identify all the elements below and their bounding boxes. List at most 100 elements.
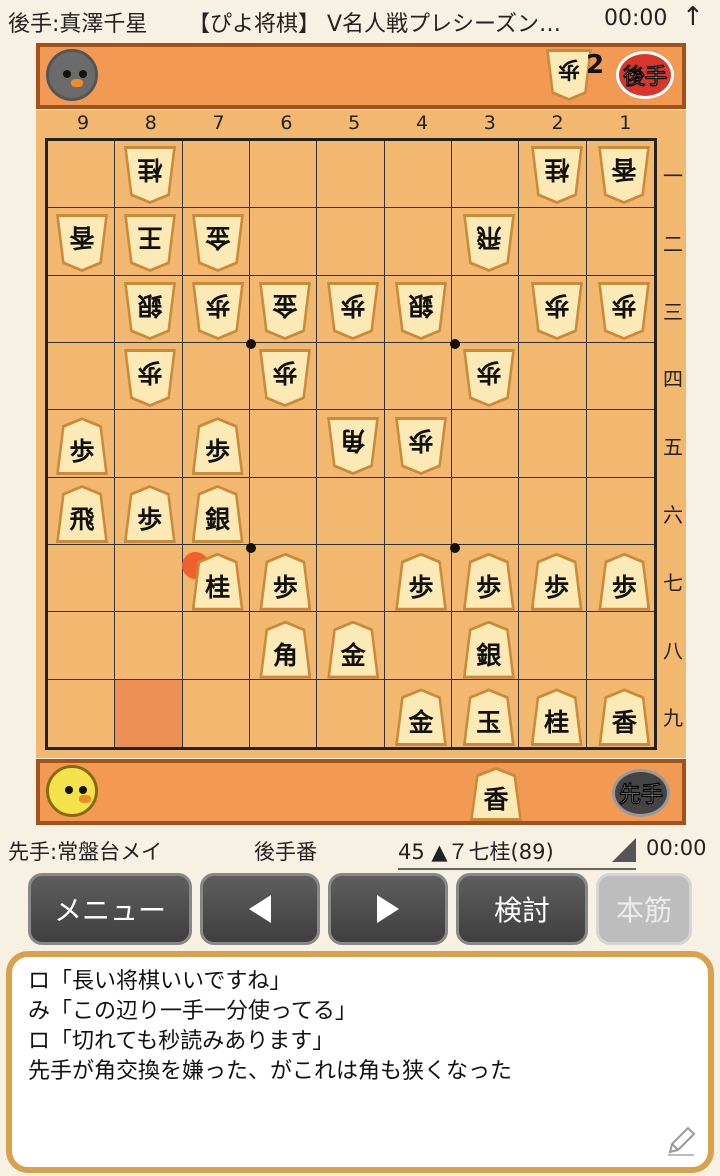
board-square[interactable]	[250, 477, 318, 545]
up-arrow-icon[interactable]: ↑	[682, 2, 704, 32]
board-square[interactable]	[317, 343, 385, 411]
dropdown-corner-icon[interactable]	[612, 838, 636, 862]
next-move-button[interactable]	[328, 873, 448, 945]
board-square[interactable]	[519, 410, 587, 478]
board-square[interactable]	[519, 343, 587, 411]
piece-label: 桂	[544, 155, 570, 184]
board-square[interactable]	[48, 679, 116, 747]
board-square[interactable]	[519, 612, 587, 680]
board-square[interactable]	[182, 141, 250, 209]
rank-labels: 一二三四五六七八九	[660, 140, 686, 752]
board-square[interactable]	[115, 545, 183, 613]
sente-piece[interactable]: 角	[259, 620, 312, 679]
sente-piece[interactable]: 歩	[395, 552, 447, 611]
board-square[interactable]	[317, 545, 385, 613]
previous-move-button[interactable]	[200, 873, 320, 945]
board-square[interactable]	[317, 208, 385, 276]
gote-piece[interactable]: 桂	[124, 146, 176, 204]
board-square[interactable]	[384, 477, 452, 545]
menu-button[interactable]: メニュー	[28, 873, 192, 945]
board-square[interactable]	[452, 477, 520, 545]
board-square[interactable]	[48, 343, 116, 411]
sente-piece[interactable]: 歩	[191, 417, 244, 476]
board-square[interactable]	[384, 612, 452, 680]
sente-piece-stand: 香 先手	[36, 759, 686, 825]
sente-piece[interactable]: 歩	[56, 417, 108, 476]
board-square[interactable]	[48, 545, 116, 613]
gote-piece[interactable]: 香	[598, 146, 650, 204]
board-square[interactable]	[183, 679, 250, 747]
piece-label: 角	[340, 426, 366, 456]
board-square[interactable]	[115, 410, 183, 478]
rank-label: 六	[663, 503, 683, 527]
sente-piece[interactable]: 銀	[191, 485, 244, 543]
board-square[interactable]	[452, 410, 520, 478]
gote-piece[interactable]: 歩	[259, 349, 311, 407]
board-square[interactable]	[586, 410, 654, 478]
gote-piece[interactable]: 歩	[327, 282, 379, 340]
board-square[interactable]	[182, 343, 250, 411]
gote-piece[interactable]: 銀	[395, 282, 447, 340]
sente-piece[interactable]: 飛	[56, 485, 108, 543]
board-square[interactable]	[384, 343, 452, 411]
gote-piece[interactable]: 桂	[531, 146, 583, 204]
gote-piece[interactable]: 歩	[463, 349, 515, 407]
sente-piece[interactable]: 歩	[530, 552, 583, 611]
board-square[interactable]	[48, 141, 116, 209]
sente-piece[interactable]: 桂	[191, 552, 244, 611]
board-square[interactable]	[250, 679, 318, 747]
gote-piece[interactable]: 歩	[192, 282, 244, 340]
sente-piece[interactable]: 銀	[462, 620, 515, 679]
study-button[interactable]: 検討	[456, 873, 588, 945]
sente-avatar[interactable]	[46, 765, 98, 817]
board-square[interactable]	[250, 208, 318, 276]
gote-piece[interactable]: 金	[259, 282, 311, 340]
board-square[interactable]	[48, 612, 116, 680]
board-square[interactable]	[452, 275, 520, 343]
board-square[interactable]	[519, 477, 587, 545]
sente-piece[interactable]: 金	[327, 620, 380, 679]
sente-piece[interactable]: 歩	[598, 552, 651, 611]
gote-piece[interactable]: 角	[327, 417, 379, 475]
sente-piece[interactable]: 歩	[123, 485, 176, 543]
main-line-button[interactable]: 本筋	[596, 873, 692, 945]
board-square[interactable]	[384, 141, 452, 209]
gote-piece[interactable]: 飛	[463, 214, 515, 272]
file-label: 1	[619, 112, 632, 134]
gote-piece[interactable]: 王	[124, 214, 176, 272]
board-square[interactable]	[586, 612, 654, 680]
board-square[interactable]	[519, 208, 587, 276]
board-square[interactable]	[250, 410, 318, 478]
gote-piece[interactable]: 金	[192, 214, 244, 272]
gote-piece[interactable]: 銀	[124, 282, 176, 340]
move-selector[interactable]: 45 ▲７七桂(89)	[398, 836, 636, 870]
sente-piece[interactable]: 玉	[462, 688, 515, 747]
sente-piece[interactable]: 桂	[530, 688, 583, 747]
board-square[interactable]	[48, 275, 116, 343]
gote-piece[interactable]: 歩	[124, 349, 176, 407]
board-square[interactable]	[250, 141, 318, 209]
board-square[interactable]	[317, 477, 385, 545]
board-square[interactable]	[317, 679, 385, 747]
gote-piece[interactable]: 歩	[395, 417, 447, 475]
gote-piece[interactable]: 歩	[598, 282, 650, 340]
sente-piece[interactable]: 金	[395, 688, 447, 747]
board-square[interactable]	[384, 208, 452, 276]
sente-piece[interactable]: 香	[598, 688, 651, 747]
board-square[interactable]	[586, 343, 654, 411]
gote-avatar[interactable]	[46, 49, 98, 101]
board-square[interactable]	[115, 612, 183, 680]
sente-piece[interactable]: 歩	[462, 552, 515, 611]
board-square[interactable]	[182, 612, 250, 680]
board-square[interactable]	[452, 141, 520, 209]
edit-pen-icon[interactable]	[664, 1124, 698, 1158]
sente-hand-piece[interactable]: 香	[470, 767, 522, 821]
gote-piece[interactable]: 歩	[531, 282, 583, 340]
comment-box[interactable]: ロ「長い将棋いいですね」 み「この辺り一手一分使ってる」 ロ「切れても秒読みあり…	[6, 951, 714, 1173]
sente-piece[interactable]: 歩	[259, 552, 312, 611]
board-square[interactable]	[317, 141, 385, 209]
gote-piece[interactable]: 香	[56, 214, 108, 272]
board-square[interactable]	[586, 478, 654, 545]
board-square[interactable]	[586, 208, 654, 276]
last-move-square[interactable]	[115, 679, 183, 747]
